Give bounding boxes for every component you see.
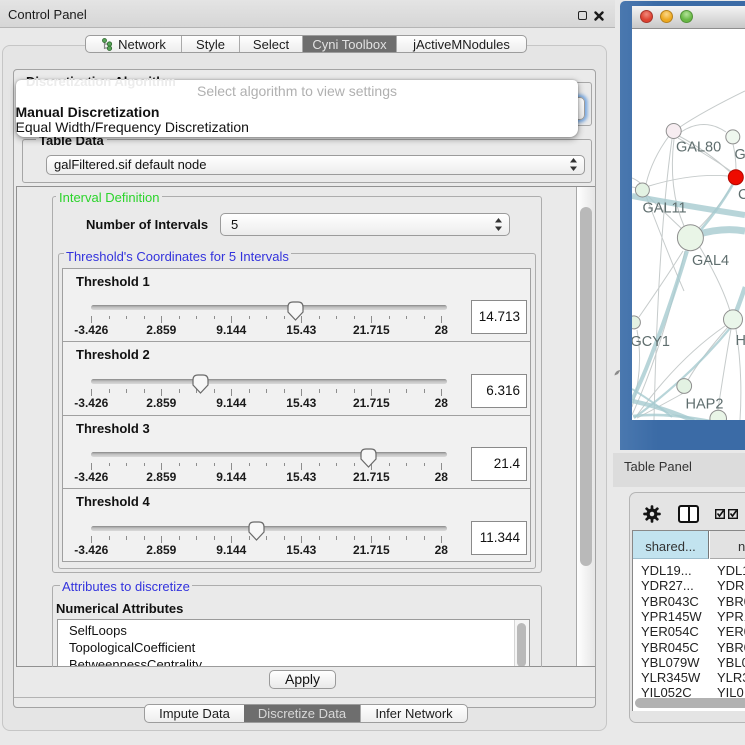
svg-text:GCY1: GCY1 [632,334,670,350]
svg-text:GAL80: GAL80 [676,140,721,156]
svg-text:GA: GA [735,147,745,163]
svg-text:C: C [738,187,745,203]
svg-text:HAP2: HAP2 [686,397,724,413]
svg-text:GAL4: GAL4 [692,253,729,269]
svg-text:H: H [736,333,745,349]
svg-text:GAL11: GAL11 [643,201,687,217]
